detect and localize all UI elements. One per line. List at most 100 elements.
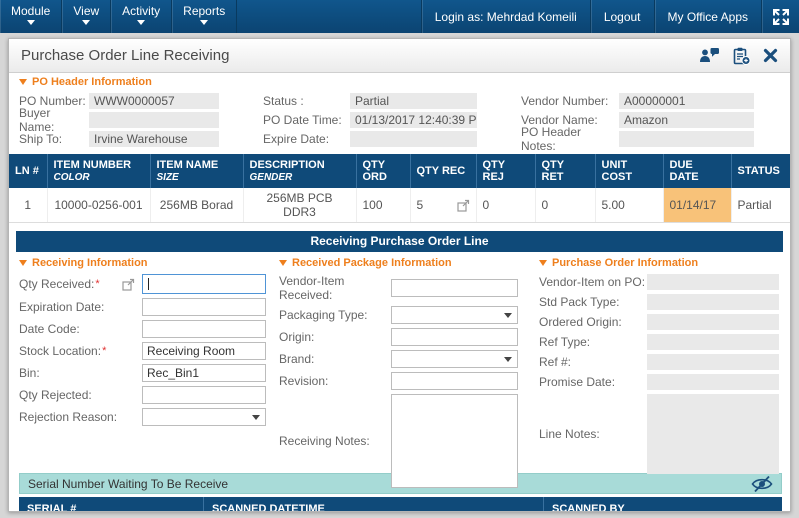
expiration-date-input[interactable] (142, 298, 266, 316)
received-package-toggle[interactable]: Received Package Information (279, 257, 531, 269)
col-gender-label: GENDER (250, 172, 350, 183)
col-due-date: DUE DATE (663, 154, 731, 188)
cell-description: 256MB PCB DDR3 (243, 188, 356, 223)
fullscreen-expand-button[interactable] (761, 0, 799, 33)
chevron-down-icon (252, 415, 260, 420)
cell-qty-rej: 0 (476, 188, 535, 223)
po-date-time-label: PO Date Time: (263, 113, 350, 127)
origin-input[interactable] (391, 328, 518, 346)
expiration-date-label: Expiration Date: (19, 300, 104, 314)
revision-label: Revision: (279, 374, 328, 388)
vendor-item-received-input[interactable] (391, 279, 518, 297)
table-row[interactable]: 1 10000-0256-001 256MB Borad 256MB PCB D… (9, 188, 791, 223)
received-package-title: Received Package Information (292, 257, 452, 269)
nav-menu-reports[interactable]: Reports (172, 0, 237, 33)
brand-select[interactable] (391, 350, 518, 368)
qty-rec-value: 5 (417, 198, 424, 212)
col-qty-ord: QTY ORD (356, 154, 410, 188)
buyer-name-value (89, 112, 219, 128)
receiving-info-toggle[interactable]: Receiving Information (19, 257, 271, 269)
col-item-name: ITEM NAMESIZE (150, 154, 243, 188)
col-description-label: DESCRIPTION (250, 159, 325, 171)
cell-item-name: 256MB Borad (150, 188, 243, 223)
po-header-section: PO Header Information PO Number:WWW00000… (9, 73, 790, 150)
page-title: Purchase Order Line Receiving (21, 47, 229, 64)
po-header-section-toggle[interactable]: PO Header Information (19, 76, 780, 88)
qty-received-label: Qty Received: (19, 277, 94, 291)
purchase-order-info-section: Purchase Order Information Vendor-Item o… (539, 257, 780, 469)
col-qty-ret: QTY RET (535, 154, 595, 188)
ref-number-value (647, 354, 779, 370)
expire-date-value (350, 131, 477, 147)
cell-unit-cost: 5.00 (595, 188, 663, 223)
cell-due-date: 01/14/17 (663, 188, 731, 223)
packaging-type-label: Packaging Type: (279, 308, 368, 322)
receiving-form-area: Receiving Information Qty Received:* (9, 252, 790, 469)
purchase-order-info-toggle[interactable]: Purchase Order Information (539, 257, 780, 269)
collapse-triangle-icon (279, 260, 287, 266)
text-caret (148, 278, 149, 290)
qty-received-input[interactable] (142, 274, 266, 294)
stock-location-input[interactable] (142, 342, 266, 360)
login-as-label: Login as: Mehrdad Komeili (421, 0, 590, 33)
table-header-row: LN # ITEM NUMBERCOLOR ITEM NAMESIZE DESC… (9, 154, 791, 188)
bin-label: Bin: (19, 366, 40, 380)
nav-right-group: Login as: Mehrdad Komeili Logout My Offi… (421, 0, 799, 33)
purchase-order-info-title: Purchase Order Information (552, 257, 698, 269)
col-qty-rec: QTY REC (410, 154, 476, 188)
status-label: Status : (263, 94, 350, 108)
origin-label: Origin: (279, 330, 314, 344)
nav-menu-view-label: View (73, 4, 99, 18)
bin-input[interactable] (142, 364, 266, 382)
chevron-down-icon (504, 313, 512, 318)
page-title-bar: Purchase Order Line Receiving (9, 39, 790, 73)
close-icon[interactable] (763, 48, 778, 63)
clipboard-add-icon[interactable] (732, 47, 751, 65)
cell-item-number: 10000-0256-001 (47, 188, 150, 223)
nav-menu-view[interactable]: View (62, 0, 111, 33)
po-header-notes-label: PO Header Notes: (521, 125, 619, 153)
vendor-item-received-label: Vendor-Item Received: (279, 274, 391, 302)
expire-date-label: Expire Date: (263, 132, 350, 146)
qty-rec-popout-icon[interactable] (457, 199, 470, 212)
logout-button[interactable]: Logout (590, 0, 654, 33)
col-scanned-datetime: SCANNED DATETIME (204, 497, 544, 512)
my-office-apps-button[interactable]: My Office Apps (654, 0, 761, 33)
nav-menu-module[interactable]: Module (0, 0, 62, 33)
col-color-label: COLOR (54, 172, 144, 183)
date-code-input[interactable] (142, 320, 266, 338)
receiving-po-line-bar: Receiving Purchase Order Line (16, 231, 783, 252)
qty-rejected-input[interactable] (142, 386, 266, 404)
vendor-number-value: A00000001 (619, 93, 754, 109)
col-unit-cost: UNIT COST (595, 154, 663, 188)
receiving-notes-textarea[interactable] (391, 394, 518, 488)
col-qty-rej: QTY REJ (476, 154, 535, 188)
user-chat-icon[interactable] (699, 47, 720, 64)
revision-input[interactable] (391, 372, 518, 390)
receiving-notes-label: Receiving Notes: (279, 434, 370, 448)
vendor-name-value: Amazon (619, 112, 754, 128)
po-header-section-title: PO Header Information (32, 76, 152, 88)
col-serial-number: SERIAL # (19, 497, 204, 512)
required-marker: * (102, 345, 106, 357)
chevron-down-icon (200, 20, 208, 29)
nav-menu-activity[interactable]: Activity (111, 0, 172, 33)
cell-status: Partial (731, 188, 791, 223)
status-value: Partial (350, 93, 477, 109)
receiving-info-section: Receiving Information Qty Received:* (19, 257, 271, 469)
stock-location-label: Stock Location: (19, 344, 101, 358)
ship-to-value: Irvine Warehouse (89, 131, 219, 147)
line-notes-value (647, 394, 779, 474)
main-panel: Purchase Order Line Receiving (8, 38, 791, 512)
packaging-type-select[interactable] (391, 306, 518, 324)
cell-ln: 1 (9, 188, 47, 223)
nav-menu-reports-label: Reports (183, 4, 225, 18)
eye-slash-icon[interactable] (751, 476, 773, 492)
ref-type-value (647, 334, 779, 350)
required-marker: * (95, 278, 99, 290)
col-description: DESCRIPTIONGENDER (243, 154, 356, 188)
qty-received-popout-icon[interactable] (122, 278, 135, 291)
rejection-reason-label: Rejection Reason: (19, 410, 117, 424)
rejection-reason-select[interactable] (142, 408, 266, 426)
col-item-number: ITEM NUMBERCOLOR (47, 154, 150, 188)
